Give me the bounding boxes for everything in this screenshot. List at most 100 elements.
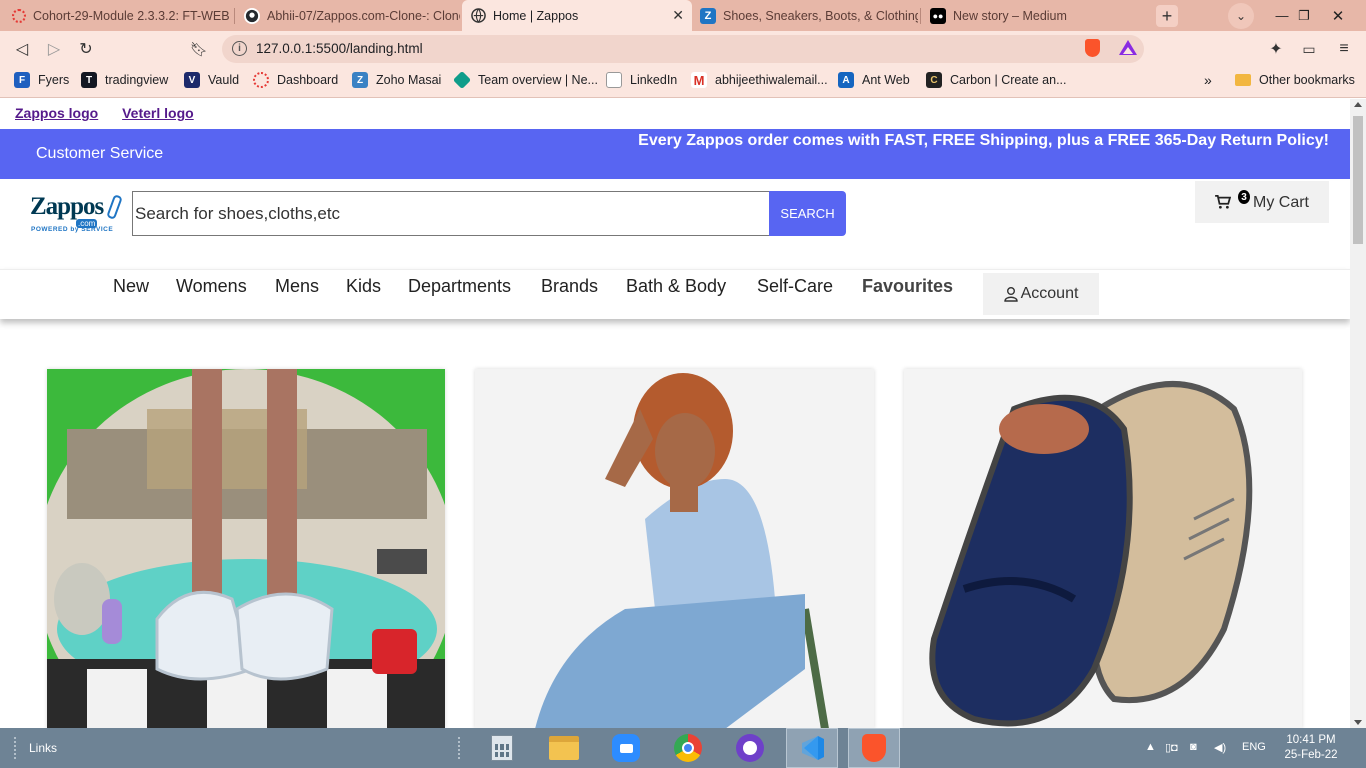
fyers-icon: F: [14, 72, 30, 88]
tab-title: Abhii-07/Zappos.com-Clone-: Clone: [267, 8, 460, 23]
cart-icon: [1215, 195, 1231, 209]
bookmark-tradingview[interactable]: Ttradingview: [81, 66, 168, 94]
promo-card-shoes[interactable]: [904, 369, 1302, 728]
brave-icon[interactable]: [848, 728, 900, 768]
nav-brands[interactable]: Brands: [541, 276, 598, 297]
bookmark-gmail[interactable]: Mabhijeethiwalemail...: [691, 66, 828, 94]
address-bar[interactable]: i 127.0.0.1:5500/landing.html: [222, 35, 1144, 63]
url-text[interactable]: 127.0.0.1:5500/landing.html: [256, 41, 423, 56]
tab-zappos-shop[interactable]: Z Shoes, Sneakers, Boots, & Clothing: [692, 0, 918, 31]
folder-icon: [1235, 74, 1251, 86]
toolbar: ◁ ▷ ↻ 🔖︎ i 127.0.0.1:5500/landing.html ✦…: [0, 31, 1366, 66]
zappos-logo[interactable]: Zappos .com POWERED by SERVICE: [30, 193, 123, 235]
monitor-icon[interactable]: ◙: [1190, 741, 1197, 753]
nav-self-care[interactable]: Self-Care: [757, 276, 833, 297]
taskbar: Links ▲ ▯◘ ◙ ◀) ENG 10:41 PM 25-Feb-22: [0, 728, 1366, 768]
tab-title: Cohort-29-Module 2.3.3.2: FT-WEB-: [33, 8, 230, 23]
bookmark-fyers[interactable]: F Fyers: [14, 66, 69, 94]
tab-title: New story – Medium: [953, 8, 1067, 23]
masai-icon: [12, 8, 26, 23]
nav-new[interactable]: New: [113, 276, 149, 297]
tab-medium[interactable]: ●● New story – Medium: [922, 0, 1146, 31]
other-bookmarks[interactable]: Other bookmarks: [1235, 66, 1355, 94]
tray-chevron-icon[interactable]: ▲: [1145, 741, 1156, 753]
search-button[interactable]: SEARCH: [769, 191, 846, 236]
network-icon[interactable]: ▯◘: [1165, 741, 1178, 754]
nav-favourites[interactable]: Favourites: [862, 276, 953, 297]
web-page: Zappos logo Veterl logo Customer Service…: [0, 99, 1350, 728]
close-tab-icon[interactable]: ✕: [672, 7, 684, 24]
scroll-up-icon[interactable]: [1354, 102, 1362, 107]
cart-count-badge: 3: [1238, 190, 1250, 204]
nav-kids[interactable]: Kids: [346, 276, 381, 297]
vscode-icon[interactable]: [786, 728, 838, 768]
carbon-icon: C: [926, 72, 942, 88]
close-window-icon[interactable]: ✕: [1318, 0, 1358, 31]
menu-icon[interactable]: ≡: [1332, 37, 1356, 61]
nav-bath-body[interactable]: Bath & Body: [626, 276, 726, 297]
calculator-icon[interactable]: [476, 728, 528, 768]
clock[interactable]: 10:41 PM 25-Feb-22: [1283, 733, 1339, 763]
bookmark-dashboard[interactable]: Dashboard: [253, 66, 338, 94]
sandals-photo: [47, 369, 445, 728]
nav-womens[interactable]: Womens: [176, 276, 247, 297]
github-desktop-icon[interactable]: [724, 728, 776, 768]
promo-card-model[interactable]: [475, 369, 874, 728]
extensions-icon[interactable]: ✦: [1264, 37, 1288, 61]
tab-search-chevron-icon[interactable]: ⌄: [1228, 3, 1254, 29]
medium-icon: ●●: [930, 7, 946, 24]
volume-icon[interactable]: ◀): [1214, 741, 1226, 754]
bookmark-zoho[interactable]: Z Zoho Masai: [352, 66, 441, 94]
top-links: Zappos logo Veterl logo: [15, 105, 214, 121]
github-icon: [244, 7, 260, 24]
promo-card-sandals[interactable]: [47, 369, 445, 728]
bookmark-ant-web[interactable]: A Ant Web: [838, 66, 910, 94]
account-button[interactable]: Account: [983, 273, 1099, 315]
bookmark-team-overview[interactable]: Team overview | Ne...: [452, 66, 598, 94]
gmail-icon: M: [691, 72, 707, 88]
taskbar-links[interactable]: Links: [29, 741, 57, 755]
tradingview-icon: T: [81, 72, 97, 88]
zoom-icon[interactable]: [600, 728, 652, 768]
reload-icon[interactable]: ↻: [74, 37, 98, 61]
new-tab-button[interactable]: +: [1156, 5, 1178, 27]
back-icon[interactable]: ◁: [10, 37, 34, 61]
zappos-z-icon: Z: [700, 7, 716, 24]
nav-mens[interactable]: Mens: [275, 276, 319, 297]
shoes-photo: [904, 369, 1302, 728]
customer-service-link[interactable]: Customer Service: [36, 145, 163, 163]
bookmarks-overflow-button[interactable]: »: [1204, 66, 1212, 94]
scroll-down-icon[interactable]: [1354, 720, 1362, 725]
globe-icon: [470, 8, 486, 24]
dashboard-icon: [253, 72, 269, 88]
nav-departments[interactable]: Departments: [408, 276, 511, 297]
chrome-icon[interactable]: [662, 728, 714, 768]
shipping-message: Every Zappos order comes with FAST, FREE…: [638, 132, 1329, 149]
site-info-icon[interactable]: i: [232, 41, 247, 56]
search-input[interactable]: [132, 191, 770, 236]
tab-title: Home | Zappos: [493, 8, 579, 23]
forward-icon[interactable]: ▷: [42, 37, 66, 61]
zappos-shoe-icon: [106, 194, 123, 220]
brave-shields-icon[interactable]: [1085, 39, 1100, 57]
team-icon: [452, 70, 472, 90]
wallet-icon[interactable]: ▭: [1297, 37, 1321, 61]
bookmark-icon[interactable]: 🔖︎: [187, 37, 211, 61]
user-icon: [1003, 287, 1018, 302]
bookmark-vauld[interactable]: V Vauld: [184, 66, 239, 94]
page-icon: [606, 72, 622, 88]
tab-github[interactable]: Abhii-07/Zappos.com-Clone-: Clone: [236, 0, 460, 31]
cart-button[interactable]: 3 My Cart: [1195, 181, 1329, 223]
tab-zappos-home[interactable]: Home | Zappos ✕: [462, 0, 692, 31]
bookmark-carbon[interactable]: C Carbon | Create an...: [926, 66, 1067, 94]
zappos-logo-link[interactable]: Zappos logo: [15, 105, 98, 121]
scroll-thumb[interactable]: [1353, 116, 1363, 244]
tab-cohort[interactable]: Cohort-29-Module 2.3.3.2: FT-WEB-: [4, 0, 230, 31]
site-header: Zappos .com POWERED by SERVICE SEARCH 3 …: [0, 179, 1350, 269]
veterl-logo-link[interactable]: Veterl logo: [122, 105, 194, 121]
page-scrollbar[interactable]: [1350, 99, 1366, 728]
language-indicator[interactable]: ENG: [1242, 741, 1266, 753]
file-explorer-icon[interactable]: [538, 728, 590, 768]
tab-strip: Cohort-29-Module 2.3.3.2: FT-WEB- Abhii-…: [0, 0, 1366, 31]
bookmark-linkedin[interactable]: LinkedIn: [606, 66, 677, 94]
